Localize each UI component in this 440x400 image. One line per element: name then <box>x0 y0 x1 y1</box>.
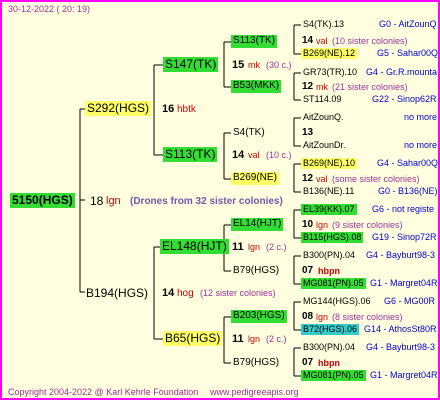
gen3-queen-tag-1: val <box>316 36 328 46</box>
root-queen-code[interactable]: 5150(HGS) <box>10 193 75 208</box>
gen3-queen-note-1: (10 sister colonies) <box>332 36 408 46</box>
gen3-queen-number-1: 14 <box>302 35 314 46</box>
gen2-queen-code-4[interactable]: B65(HGS) <box>163 331 223 346</box>
gen3-queen-tag-7: lgn <box>316 312 329 322</box>
gen4-queen-id-1: G0 - AitZounQ <box>379 19 437 29</box>
root-drone-note: (Drones from 32 sister colonies) <box>130 196 283 207</box>
sire-queen-tag: hbtk <box>177 104 196 115</box>
gen4-queen-code-10[interactable]: B115(HGS).08 <box>301 232 364 244</box>
gen4-queen-id-14: G14 - AthosSt80R <box>364 324 437 334</box>
gen4-queen-code-14[interactable]: B72(HGS).06 <box>301 324 360 336</box>
gen3-queen-code-6[interactable]: B79(HGS) <box>233 266 279 276</box>
gen3-queen-code-4[interactable]: B269(NE) <box>231 172 279 185</box>
gen2-queen-tag-4: lgn <box>248 334 261 344</box>
gen2-queen-note-4: (2 c.) <box>266 334 287 344</box>
gen2-queen-number-2: 14 <box>232 149 245 161</box>
gen4-queen-id-2: G5 - Sahar00Q <box>377 48 439 58</box>
gen4-queen-id-10: G19 - Sinop72R <box>372 232 437 242</box>
gen2-queen-note-2: (10 c.) <box>266 150 292 160</box>
gen3-queen-tag-4: val <box>316 174 328 184</box>
gen4-queen-code-3[interactable]: GR73(TR).10 <box>303 68 357 77</box>
gen3-queen-code-1[interactable]: S113(TK) <box>231 35 278 48</box>
gen4-queen-id-16: G1 - Margret04R <box>370 370 438 380</box>
gen4-queen-id-3: G4 - Gr.R.mounta <box>366 67 438 77</box>
gen3-queen-code-7[interactable]: B203(HGS) <box>231 310 287 323</box>
gen3-queen-code-8[interactable]: B79(HGS) <box>233 358 279 368</box>
gen2-queen-tag-3: lgn <box>248 242 261 252</box>
gen4-queen-id-5: no more <box>404 112 438 122</box>
gen3-queen-tag-2: mk <box>316 82 328 92</box>
gen2-queen-code-2[interactable]: S113(TK) <box>163 147 218 162</box>
gen2-queen-code-3[interactable]: EL148(HJT) <box>160 239 229 254</box>
gen3-queen-number-8: 07 <box>302 357 314 368</box>
gen3-queen-code-5[interactable]: EL14(HJT) <box>231 218 284 231</box>
footer-site-link[interactable]: www.pedigreeapis.org <box>210 388 299 397</box>
gen4-queen-id-7: G4 - Sahar00Q <box>377 158 439 168</box>
sire-queen-code[interactable]: S292(HGS) <box>85 101 152 116</box>
gen3-queen-code-3[interactable]: S4(TK) <box>233 128 265 138</box>
sire-queen-number: 16 <box>162 103 175 115</box>
gen3-queen-note-5: (9 sister colonies) <box>332 220 403 230</box>
gen3-queen-tag-6: hbpn <box>318 266 340 276</box>
gen4-queen-id-11: G4 - Bayburt98-3 <box>366 250 436 260</box>
gen4-queen-code-2[interactable]: B269(NE).12 <box>301 48 358 60</box>
gen3-queen-tag-5: lgn <box>316 220 329 230</box>
gen4-queen-id-6: no more <box>404 140 438 150</box>
gen2-queen-note-1: (30 c.) <box>266 60 292 70</box>
gen4-queen-code-13[interactable]: MG144(HGS).06 <box>303 297 371 306</box>
gen4-queen-code-15[interactable]: B300(PN).04 <box>303 343 355 352</box>
gen4-queen-code-12[interactable]: MG081(PN).05 <box>301 278 366 290</box>
gen2-queen-number-4: 11 <box>232 333 244 345</box>
gen3-queen-number-4: 12 <box>302 173 314 184</box>
gen4-queen-id-9: G6 - not registe <box>372 204 435 214</box>
dam-queen-number: 14 <box>162 287 175 299</box>
gen4-queen-code-4[interactable]: ST114.09 <box>303 95 341 104</box>
gen4-queen-code-11[interactable]: B300(PN).04 <box>303 251 355 260</box>
gen4-queen-id-15: G4 - Bayburt98-3 <box>366 342 436 352</box>
gen4-queen-code-16[interactable]: MG081(PN).05 <box>301 370 366 382</box>
gen4-queen-code-6[interactable]: AitZounDr. <box>303 141 346 150</box>
root-queen-number: 18 <box>90 194 104 208</box>
footer-copyright: Copyright 2004-2022 @ Karl Kehrle Founda… <box>8 387 199 397</box>
gen2-queen-code-1[interactable]: S147(TK) <box>163 57 219 72</box>
gen3-queen-note-2: (21 sister colonies) <box>332 82 408 92</box>
gen3-queen-number-3: 13 <box>302 127 314 138</box>
dam-queen-note: (12 sister colonies) <box>200 288 276 298</box>
gen3-queen-number-6: 07 <box>302 265 314 276</box>
date-stamp: 30-12-2022 ( 20: 19) <box>8 4 91 14</box>
gen4-queen-id-13: G6 - MG00R <box>384 296 436 306</box>
gen4-queen-code-5[interactable]: AitZounQ. <box>303 113 344 122</box>
gen3-queen-number-5: 10 <box>302 219 314 230</box>
gen4-queen-id-12: G1 - Margret04R <box>370 278 438 288</box>
pedigree-canvas: 30-12-2022 ( 20: 19) 5150(HGS) 18 lgn (D… <box>0 0 440 400</box>
gen4-queen-code-9[interactable]: EL39(KK).07 <box>301 204 357 216</box>
gen2-queen-number-3: 11 <box>232 241 244 253</box>
gen3-queen-note-4: (some sister colonies) <box>332 174 420 184</box>
gen4-queen-code-1[interactable]: S4(TK).13 <box>303 20 344 29</box>
gen3-queen-note-7: (8 sister colonies) <box>332 312 403 322</box>
gen4-queen-code-8[interactable]: B136(NE).11 <box>303 187 354 196</box>
gen2-queen-tag-1: mk <box>248 60 260 70</box>
gen3-queen-number-7: 08 <box>302 311 314 322</box>
gen3-queen-number-2: 12 <box>302 81 314 92</box>
gen2-queen-tag-2: val <box>248 150 260 160</box>
dam-queen-code[interactable]: B194(HGS) <box>86 287 148 299</box>
gen3-queen-code-2[interactable]: B53(MKK) <box>231 80 282 93</box>
gen2-queen-number-1: 15 <box>232 59 245 71</box>
gen4-queen-code-7[interactable]: B269(NE).10 <box>301 158 358 170</box>
gen4-queen-id-4: G22 - Sinop62R <box>372 94 437 104</box>
dam-queen-tag: hog <box>177 288 194 299</box>
gen3-queen-tag-8: hbpn <box>318 358 340 368</box>
gen2-queen-note-3: (2 c.) <box>266 242 287 252</box>
gen4-queen-id-8: G0 - B136(NE) <box>378 186 438 196</box>
root-queen-tag: lgn <box>106 195 121 207</box>
